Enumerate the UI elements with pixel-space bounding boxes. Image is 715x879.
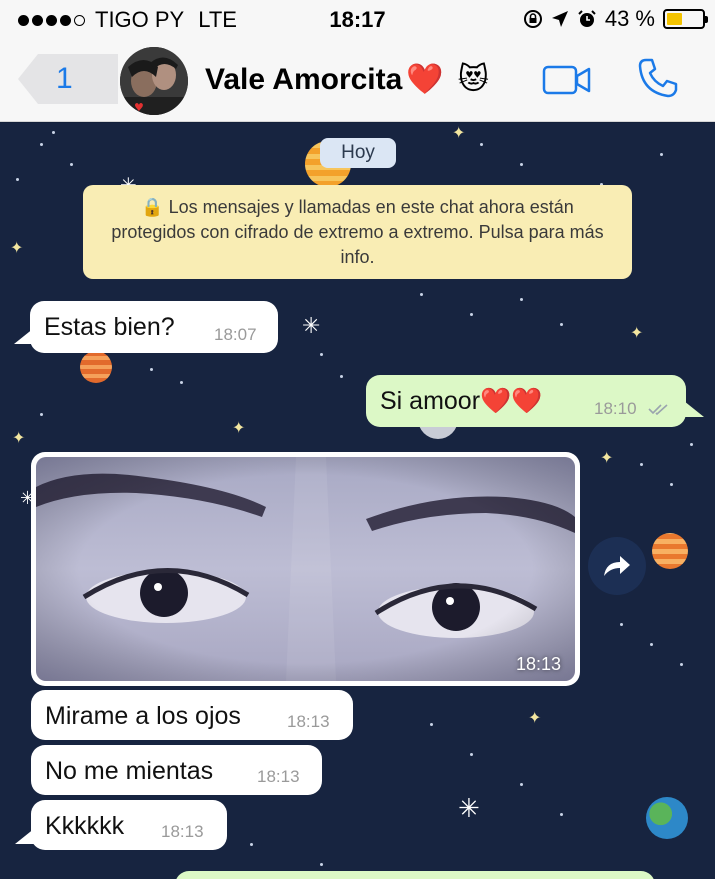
forward-arrow-icon xyxy=(604,556,630,576)
double-check-icon xyxy=(648,404,668,415)
encryption-notice-text: 🔒 Los mensajes y llamadas en este chat a… xyxy=(111,197,604,267)
star-decoration: ✦ xyxy=(12,430,26,447)
video-call-button[interactable] xyxy=(542,64,592,101)
star-decoration: ✦ xyxy=(528,710,542,727)
star-decoration: ✦ xyxy=(10,240,24,257)
star-decoration: ✦ xyxy=(452,125,466,142)
star-decoration: ✦ xyxy=(630,325,644,342)
orientation-lock-icon xyxy=(523,10,542,28)
message-time: 18:13 xyxy=(515,654,561,674)
message-bubble-outgoing-partial[interactable] xyxy=(175,871,655,879)
contact-name[interactable]: Vale Amorcita ❤️ 😻 xyxy=(205,62,489,97)
message-text: Estas bien? xyxy=(44,313,175,341)
back-button[interactable]: 1 xyxy=(16,52,120,106)
star-decoration: ✦ xyxy=(600,450,614,467)
message-text: Si amoor❤️❤️ xyxy=(380,387,543,415)
photo-eyes[interactable]: 18:13 xyxy=(36,457,575,681)
encryption-notice[interactable]: 🔒 Los mensajes y llamadas en este chat a… xyxy=(83,185,632,279)
earth-decoration xyxy=(646,797,688,839)
alarm-clock-icon xyxy=(578,10,596,27)
message-time: 18:13 xyxy=(161,822,204,841)
message-time: 18:13 xyxy=(257,767,300,786)
message-time: 18:07 xyxy=(214,325,257,344)
message-time: 18:13 xyxy=(287,712,330,731)
forward-button[interactable] xyxy=(588,537,646,595)
phone-icon xyxy=(638,58,678,98)
heart-emoji: ❤️ xyxy=(406,63,444,96)
unread-count: 1 xyxy=(56,62,73,95)
svg-text:♥: ♥ xyxy=(134,101,144,114)
planet-decoration xyxy=(652,533,688,569)
star-decoration: ✳ xyxy=(302,313,321,338)
message-bubble-outgoing[interactable]: Si amoor❤️❤️ 18:10 xyxy=(366,375,686,427)
photo-content xyxy=(36,457,575,681)
image-message[interactable]: 18:13 xyxy=(31,452,580,686)
message-text: No me mientas xyxy=(45,757,214,785)
star-decoration: ✳ xyxy=(458,793,480,823)
message-text: Mirame a los ojos xyxy=(45,702,241,730)
planet-decoration xyxy=(80,351,112,383)
battery-percentage: 43 % xyxy=(604,6,655,31)
message-bubble-incoming[interactable]: No me mientas 18:13 xyxy=(31,745,322,795)
message-bubble-incoming[interactable]: Mirame a los ojos 18:13 xyxy=(31,690,353,740)
chat-header: 1 ♥ Vale Amorcita ❤️ 😻 xyxy=(0,40,715,122)
star-decoration: ✦ xyxy=(232,420,246,437)
message-text: Kkkkkk xyxy=(45,812,125,840)
battery-icon xyxy=(663,9,708,29)
message-time: 18:10 xyxy=(594,399,637,418)
video-camera-icon xyxy=(542,65,591,95)
date-separator: Hoy xyxy=(320,138,396,168)
contact-avatar[interactable]: ♥ xyxy=(120,47,188,115)
location-arrow-icon xyxy=(551,11,568,27)
chat-messages-area[interactable]: ✦ ✦ ✦ ✦ ✦ ✦ ✦ ✳ ✳ ✳ ✳ Hoy 🔒 Los mensajes… xyxy=(0,123,715,879)
heart-eyes-cat-emoji: 😻 xyxy=(457,63,489,96)
contact-name-text: Vale Amorcita xyxy=(205,62,403,96)
status-bar: TIGO PY LTE 18:17 43 % xyxy=(0,0,715,40)
message-bubble-incoming[interactable]: Kkkkkk 18:13 xyxy=(31,800,227,850)
message-bubble-incoming[interactable]: Estas bien? 18:07 xyxy=(30,301,278,353)
voice-call-button[interactable] xyxy=(636,56,680,105)
